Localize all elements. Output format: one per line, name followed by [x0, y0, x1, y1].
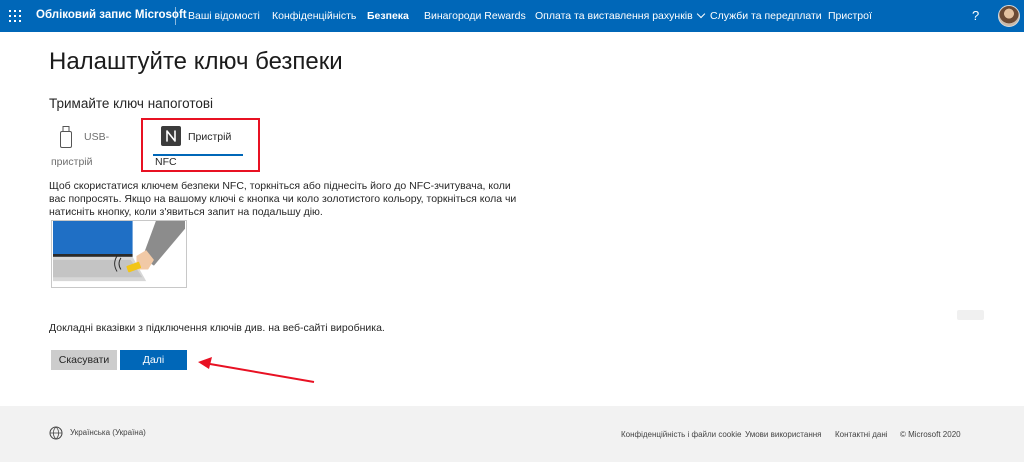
usb-option-label-line2[interactable]: пристрій: [51, 156, 93, 168]
next-button[interactable]: Далі: [120, 350, 187, 370]
footer-link-privacy[interactable]: Конфіденційність і файли cookie: [621, 430, 741, 439]
nav-item-billing[interactable]: Оплата та виставлення рахунків: [535, 9, 705, 22]
brand-title[interactable]: Обліковий запис Microsoft: [36, 9, 187, 21]
top-nav-bar: Обліковий запис Microsoft Ваші відомості…: [0, 0, 1024, 32]
nav-item-security[interactable]: Безпека: [367, 10, 409, 22]
help-icon[interactable]: ?: [972, 8, 979, 23]
footer-copyright: © Microsoft 2020: [900, 430, 961, 439]
usb-key-icon[interactable]: [60, 126, 72, 148]
nfc-option-label-line2[interactable]: NFC: [155, 156, 177, 168]
globe-icon: [49, 426, 63, 440]
nav-item-billing-label: Оплата та виставлення рахунків: [535, 10, 693, 22]
nav-item-services[interactable]: Служби та передплати: [710, 10, 822, 22]
page-subtitle: Тримайте ключ напоготові: [49, 96, 214, 111]
chevron-down-icon: [696, 9, 705, 19]
page-title: Налаштуйте ключ безпеки: [49, 48, 343, 75]
app-launcher-icon[interactable]: [9, 10, 21, 22]
footer-link-contact[interactable]: Контактні дані: [835, 430, 888, 439]
footer: Українська (Україна) Конфіденційність і …: [0, 406, 1024, 462]
manufacturer-note: Докладні вказівки з підключення ключів д…: [49, 322, 385, 334]
usb-option-label-line1[interactable]: USB-: [84, 131, 109, 143]
language-selector[interactable]: Українська (Україна): [70, 428, 146, 437]
bottom-strip: [0, 462, 1024, 468]
avatar[interactable]: [998, 5, 1020, 27]
footer-link-terms[interactable]: Умови використання: [745, 430, 821, 439]
nfc-instruction-text: Щоб скористатися ключем безпеки NFC, тор…: [49, 180, 517, 218]
nav-divider: [175, 7, 176, 25]
nav-item-rewards[interactable]: Винагороди Rewards: [424, 10, 526, 22]
nav-item-devices[interactable]: Пристрої: [828, 10, 872, 22]
nfc-illustration: [51, 220, 187, 288]
nfc-icon[interactable]: [161, 126, 181, 146]
cancel-button[interactable]: Скасувати: [51, 350, 117, 370]
nfc-option-label-line1[interactable]: Пристрій: [188, 131, 231, 143]
nav-item-your-info[interactable]: Ваші відомості: [188, 10, 260, 22]
faint-tooltip: [957, 310, 984, 320]
nav-item-privacy[interactable]: Конфіденційність: [272, 10, 356, 22]
